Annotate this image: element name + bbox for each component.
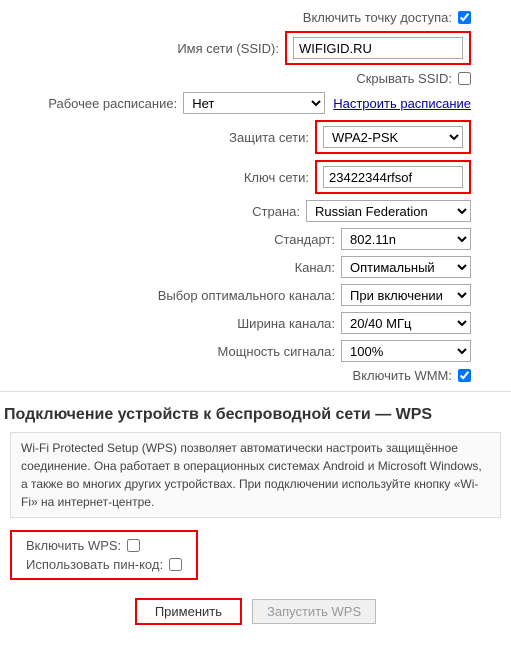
ssid-label: Имя сети (SSID):	[177, 41, 279, 56]
ssid-input[interactable]	[293, 37, 463, 59]
security-label: Защита сети:	[229, 130, 309, 145]
enable-ap-checkbox[interactable]	[458, 11, 471, 24]
divider	[0, 391, 511, 392]
enable-ap-row: Включить точку доступа:	[10, 10, 501, 25]
bandwidth-row: Ширина канала: 20/40 МГц 20 МГц 40 МГц	[10, 312, 501, 334]
hide-ssid-label: Скрывать SSID:	[356, 71, 452, 86]
standard-label: Стандарт:	[274, 232, 335, 247]
security-highlighted-box: WPA2-PSK Нет WEP WPA-PSK WPA/WPA2-PSK	[315, 120, 471, 154]
optimal-channel-select[interactable]: При включении Вручную	[341, 284, 471, 306]
security-select[interactable]: WPA2-PSK Нет WEP WPA-PSK WPA/WPA2-PSK	[323, 126, 463, 148]
enable-ap-label: Включить точку доступа:	[303, 10, 452, 25]
country-label: Страна:	[252, 204, 300, 219]
standard-select[interactable]: 802.11n 802.11b/g/n 802.11b 802.11g	[341, 228, 471, 250]
apply-button[interactable]: Применить	[135, 598, 242, 625]
hide-ssid-row: Скрывать SSID:	[10, 71, 501, 86]
country-row: Страна: Russian Federation	[10, 200, 501, 222]
wps-description: Wi-Fi Protected Setup (WPS) позволяет ав…	[10, 432, 501, 518]
bandwidth-label: Ширина канала:	[237, 316, 335, 331]
ssid-highlighted-box	[285, 31, 471, 65]
key-highlighted-box	[315, 160, 471, 194]
key-input[interactable]	[323, 166, 463, 188]
use-pin-label: Использовать пин-код:	[26, 557, 163, 572]
use-pin-checkbox[interactable]	[169, 558, 182, 571]
enable-wps-label: Включить WPS:	[26, 538, 121, 553]
wps-description-text: Wi-Fi Protected Setup (WPS) позволяет ав…	[21, 441, 482, 509]
optimal-channel-label: Выбор оптимального канала:	[158, 288, 335, 303]
optimal-channel-row: Выбор оптимального канала: При включении…	[10, 284, 501, 306]
schedule-label: Рабочее расписание:	[48, 96, 177, 111]
wmm-checkbox[interactable]	[458, 369, 471, 382]
country-select[interactable]: Russian Federation	[306, 200, 471, 222]
wmm-row: Включить WMM:	[10, 368, 501, 383]
power-select[interactable]: 100% 75% 50% 25%	[341, 340, 471, 362]
bandwidth-select[interactable]: 20/40 МГц 20 МГц 40 МГц	[341, 312, 471, 334]
launch-wps-button[interactable]: Запустить WPS	[252, 599, 376, 624]
wps-checkboxes-box: Включить WPS: Использовать пин-код:	[10, 530, 198, 580]
power-label: Мощность сигнала:	[218, 344, 336, 359]
hide-ssid-checkbox[interactable]	[458, 72, 471, 85]
enable-wps-checkbox[interactable]	[127, 539, 140, 552]
key-label: Ключ сети:	[244, 170, 309, 185]
schedule-row: Рабочее расписание: Нет Всегда Пользоват…	[10, 92, 501, 114]
channel-select[interactable]: Оптимальный 1234 5678 910111213	[341, 256, 471, 278]
wmm-label: Включить WMM:	[353, 368, 452, 383]
power-row: Мощность сигнала: 100% 75% 50% 25%	[10, 340, 501, 362]
wps-heading: Подключение устройств к беспроводной сет…	[0, 400, 511, 428]
channel-row: Канал: Оптимальный 1234 5678 910111213	[10, 256, 501, 278]
security-row: Защита сети: WPA2-PSK Нет WEP WPA-PSK WP…	[10, 120, 501, 154]
channel-label: Канал:	[295, 260, 335, 275]
use-pin-row: Использовать пин-код:	[26, 557, 182, 572]
enable-wps-row: Включить WPS:	[26, 538, 182, 553]
standard-row: Стандарт: 802.11n 802.11b/g/n 802.11b 80…	[10, 228, 501, 250]
ssid-row: Имя сети (SSID):	[10, 31, 501, 65]
schedule-link[interactable]: Настроить расписание	[333, 96, 471, 111]
schedule-select[interactable]: Нет Всегда Пользовательское	[183, 92, 325, 114]
key-row: Ключ сети:	[10, 160, 501, 194]
buttons-row: Применить Запустить WPS	[0, 588, 511, 635]
